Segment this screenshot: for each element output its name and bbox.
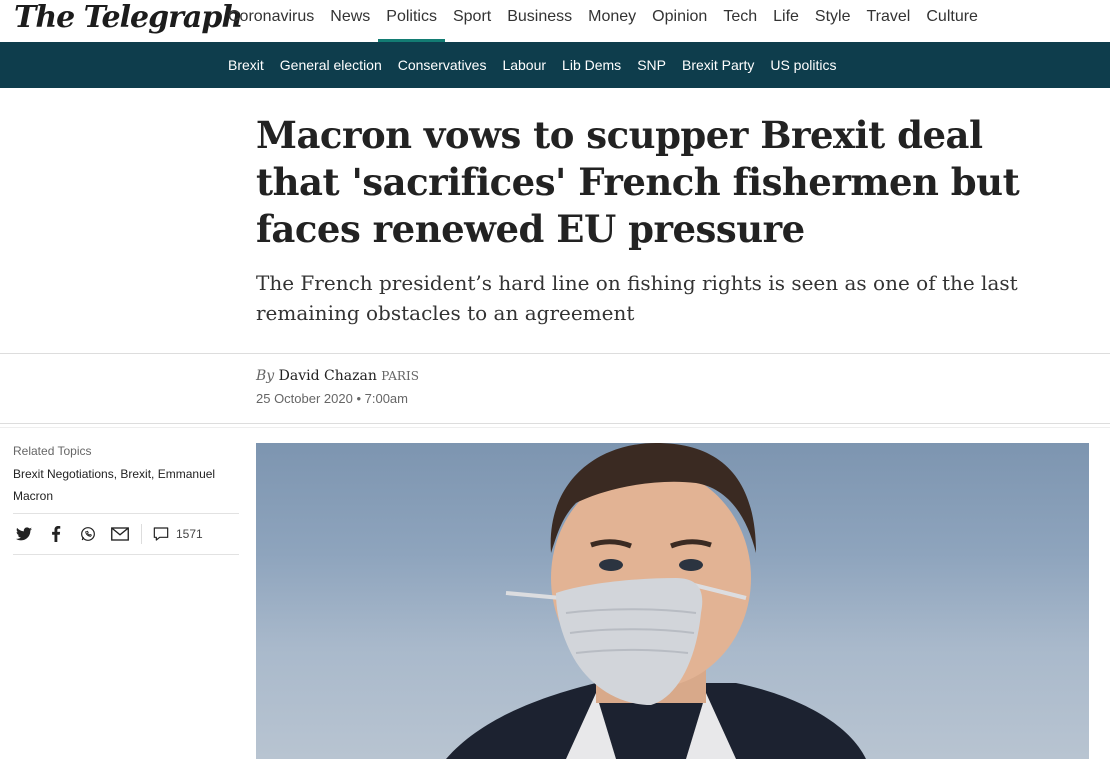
- nav-money[interactable]: Money: [580, 0, 644, 42]
- publish-date: 25 October 2020 • 7:00am: [256, 391, 408, 406]
- email-icon[interactable]: [109, 523, 131, 545]
- whatsapp-icon[interactable]: [77, 523, 99, 545]
- divider: [0, 423, 1110, 424]
- main-nav: Coronavirus News Politics Sport Business…: [220, 0, 986, 42]
- divider: [13, 554, 239, 555]
- article-headline: Macron vows to scupper Brexit deal that …: [256, 113, 1020, 251]
- lead-photo: [256, 443, 1089, 759]
- nav-culture[interactable]: Culture: [918, 0, 986, 42]
- subnav-lib-dems[interactable]: Lib Dems: [554, 57, 629, 73]
- comment-count[interactable]: 1571: [176, 527, 203, 541]
- nav-life[interactable]: Life: [765, 0, 807, 42]
- nav-style[interactable]: Style: [807, 0, 859, 42]
- nav-business[interactable]: Business: [499, 0, 580, 42]
- site-header: The Telegraph Coronavirus News Politics …: [0, 0, 1110, 42]
- share-bar: 1571: [13, 522, 203, 546]
- related-topics-label: Related Topics: [13, 444, 92, 458]
- subnav-labour[interactable]: Labour: [494, 57, 554, 73]
- nav-politics[interactable]: Politics: [378, 0, 445, 42]
- subnav-brexit[interactable]: Brexit: [220, 57, 272, 73]
- subnav-general-election[interactable]: General election: [272, 57, 390, 73]
- site-logo[interactable]: The Telegraph: [14, 0, 243, 36]
- subnav-brexit-party[interactable]: Brexit Party: [674, 57, 762, 73]
- subnav-conservatives[interactable]: Conservatives: [390, 57, 495, 73]
- related-topics-links[interactable]: Brexit Negotiations, Brexit, Emmanuel Ma…: [13, 463, 238, 507]
- subnav-us-politics[interactable]: US politics: [762, 57, 844, 73]
- nav-travel[interactable]: Travel: [859, 0, 919, 42]
- article-standfirst: The French president’s hard line on fish…: [256, 271, 1018, 325]
- facebook-icon[interactable]: [45, 523, 67, 545]
- byline: By David Chazan Paris: [256, 368, 419, 384]
- nav-tech[interactable]: Tech: [715, 0, 765, 42]
- share-separator: [141, 524, 142, 544]
- byline-prefix: By: [256, 368, 275, 384]
- divider: [0, 427, 1110, 428]
- nav-opinion[interactable]: Opinion: [644, 0, 715, 42]
- divider: [13, 513, 239, 514]
- author-name[interactable]: David Chazan: [279, 368, 377, 384]
- byline-location: Paris: [381, 369, 419, 383]
- nav-coronavirus[interactable]: Coronavirus: [220, 0, 322, 42]
- nav-news[interactable]: News: [322, 0, 378, 42]
- twitter-icon[interactable]: [13, 523, 35, 545]
- nav-sport[interactable]: Sport: [445, 0, 499, 42]
- subnav-snp[interactable]: SNP: [629, 57, 674, 73]
- comment-icon[interactable]: [150, 523, 172, 545]
- sub-nav: Brexit General election Conservatives La…: [0, 42, 1110, 88]
- divider: [0, 353, 1110, 354]
